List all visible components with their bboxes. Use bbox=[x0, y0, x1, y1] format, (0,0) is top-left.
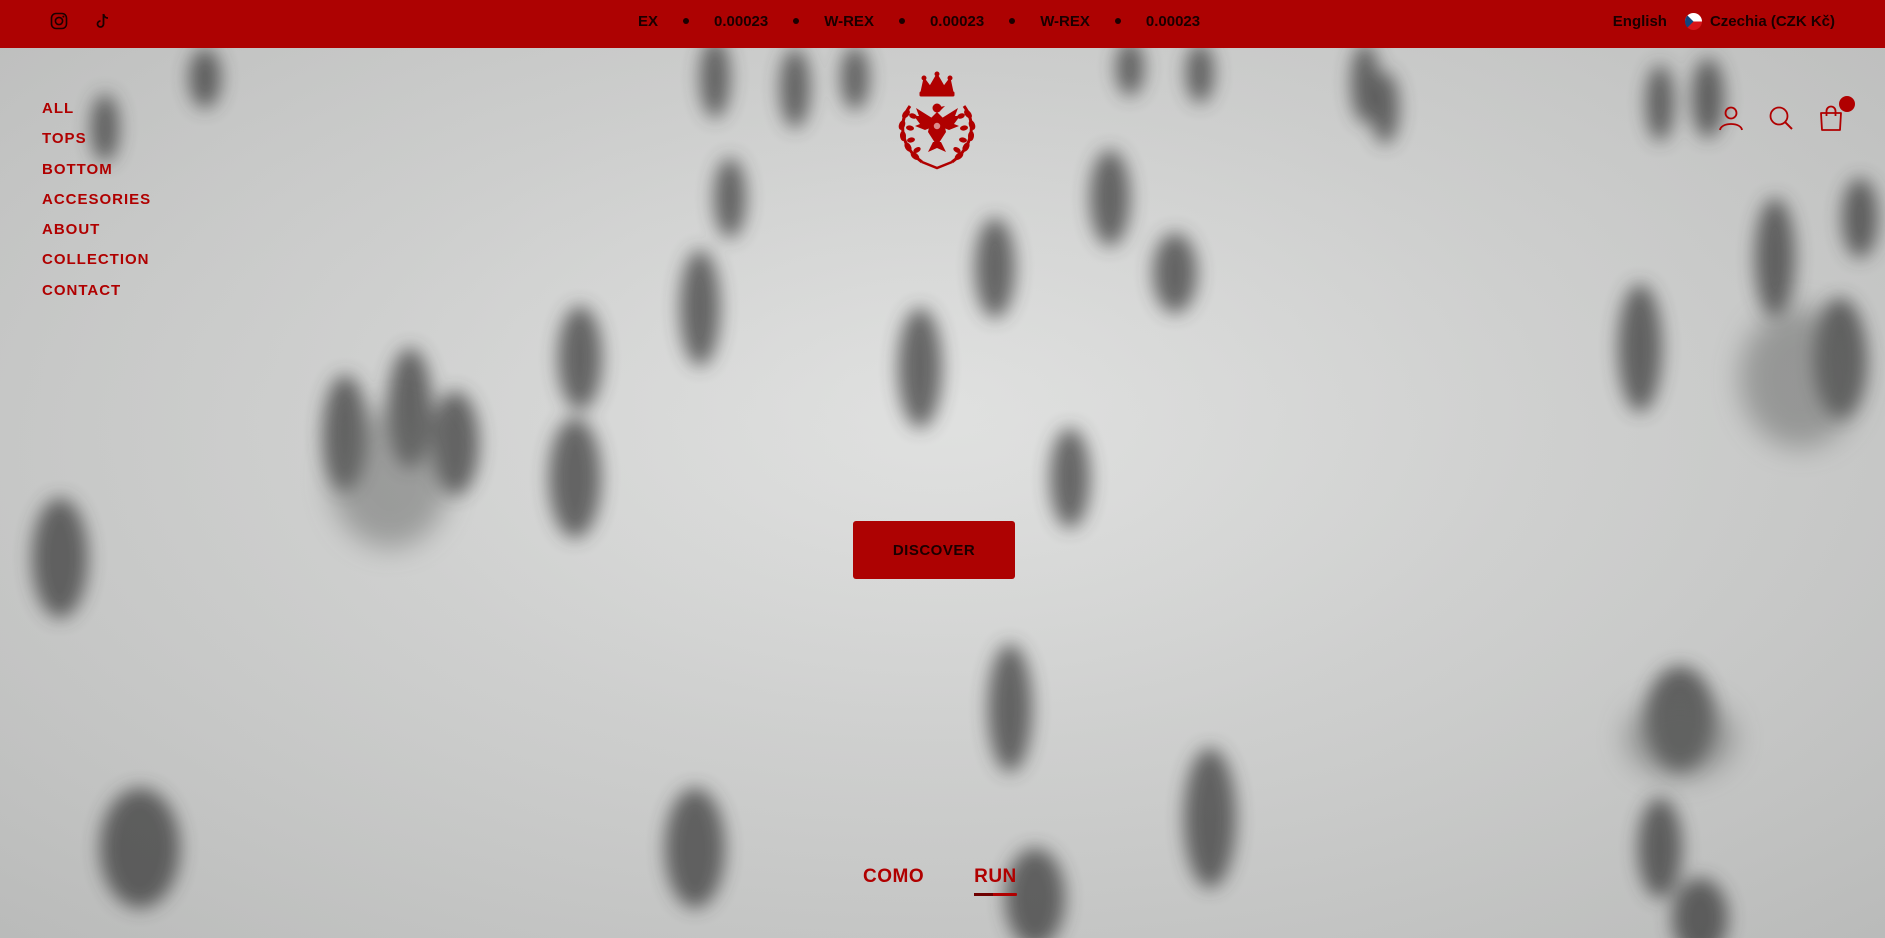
nav-item-bottom[interactable]: BOTTOM bbox=[42, 159, 151, 189]
social-links bbox=[50, 12, 112, 30]
ticker-item: 0.00023 bbox=[929, 13, 985, 30]
nav-item-tops[interactable]: TOPS bbox=[42, 128, 151, 158]
brand-logo[interactable] bbox=[888, 70, 986, 172]
ticker-item: EX bbox=[638, 13, 659, 30]
country-label: Czechia (CZK Kč) bbox=[1709, 13, 1835, 30]
tiktok-icon[interactable] bbox=[94, 12, 112, 30]
nav-item-accesories[interactable]: ACCESORIES bbox=[42, 189, 151, 219]
ticker-separator bbox=[793, 17, 800, 24]
nav-item-collection[interactable]: COLLECTION bbox=[42, 249, 151, 279]
nav-item-about[interactable]: ABOUT bbox=[42, 219, 151, 249]
ticker-separator bbox=[683, 17, 690, 24]
announcement-bar: EX 0.00023 W-REX 0.00023 W-REX 0.00023 E… bbox=[0, 0, 1885, 48]
cart-icon[interactable] bbox=[1817, 96, 1855, 132]
discover-button[interactable]: DISCOVER bbox=[853, 521, 1015, 579]
language-selector[interactable]: English bbox=[1613, 13, 1667, 30]
header-actions bbox=[1717, 96, 1855, 132]
ticker-item: W-REX bbox=[1040, 13, 1090, 30]
ticker-separator bbox=[1009, 17, 1016, 24]
locale-selectors: English Czechia (CZK Kč) bbox=[1613, 13, 1835, 30]
crown-eagle-crest-icon bbox=[898, 71, 976, 170]
instagram-icon[interactable] bbox=[50, 12, 68, 30]
slide-tab-como[interactable]: COMO bbox=[863, 866, 924, 896]
cart-count-badge bbox=[1839, 96, 1855, 112]
slide-tab-run[interactable]: RUN bbox=[974, 866, 1017, 896]
hero-background-image bbox=[0, 48, 1885, 938]
nav-item-contact[interactable]: CONTACT bbox=[42, 280, 151, 310]
ticker-item: 0.00023 bbox=[1145, 13, 1201, 30]
ticker-item: W-REX bbox=[824, 13, 874, 30]
main-navigation: ALL TOPS BOTTOM ACCESORIES ABOUT COLLECT… bbox=[42, 98, 151, 310]
account-icon[interactable] bbox=[1717, 104, 1745, 132]
nav-item-all[interactable]: ALL bbox=[42, 98, 151, 128]
ticker-marquee: EX 0.00023 W-REX 0.00023 W-REX 0.00023 bbox=[638, 13, 1200, 30]
czech-flag-icon bbox=[1684, 13, 1702, 30]
ticker-separator bbox=[898, 17, 905, 24]
country-selector[interactable]: Czechia (CZK Kč) bbox=[1684, 13, 1835, 30]
search-icon[interactable] bbox=[1767, 104, 1795, 132]
blurred-crowd-photo bbox=[0, 48, 1885, 938]
ticker-item: 0.00023 bbox=[714, 13, 769, 30]
slideshow-tabs: COMO RUN bbox=[863, 866, 1017, 896]
ticker-separator bbox=[1114, 17, 1121, 24]
